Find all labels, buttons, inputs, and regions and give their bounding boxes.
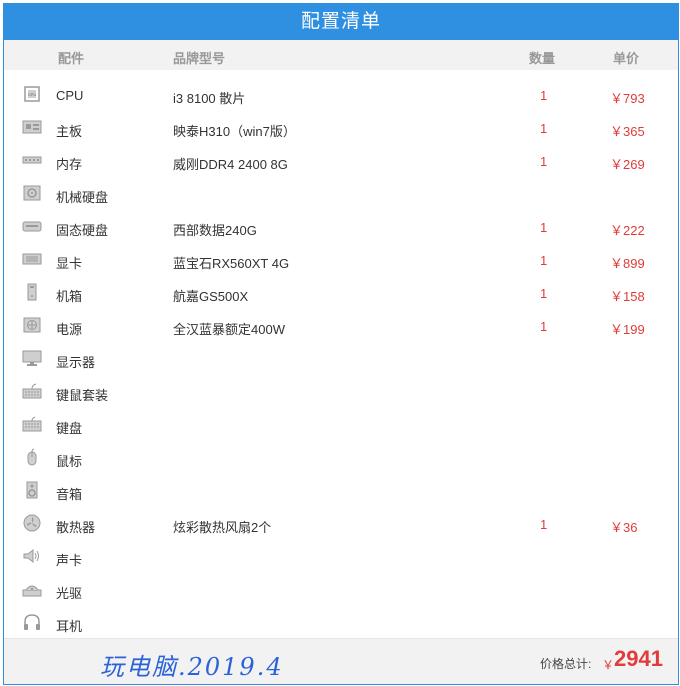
part-name: 内存 [56, 157, 83, 172]
part-brand: 映泰H310（win7版） [173, 124, 296, 139]
part-row: 机械硬盘 [4, 178, 678, 211]
sound-card-icon [22, 547, 42, 565]
part-row: 键盘 [4, 409, 678, 442]
part-row: 固态硬盘 西部数据240G 1 ￥222 [4, 211, 678, 244]
cpu-icon: CPU [22, 85, 42, 103]
part-name: CPU [56, 88, 84, 103]
part-price: ￥199 [610, 322, 645, 337]
part-price: ￥793 [610, 91, 645, 106]
column-header-qty: 数量 [529, 51, 556, 66]
case-icon [22, 283, 42, 301]
speaker-icon [22, 481, 42, 499]
hdd-icon [22, 184, 42, 202]
part-name: 音箱 [56, 487, 83, 502]
page-title: 配置清单 [4, 4, 678, 40]
part-row: 鼠标 [4, 442, 678, 475]
part-name: 键盘 [56, 421, 83, 436]
part-name: 显卡 [56, 256, 83, 271]
part-price: ￥158 [610, 289, 645, 304]
part-row: CPU CPU i3 8100 散片 1 ￥793 [4, 79, 678, 112]
part-name: 机箱 [56, 289, 83, 304]
part-row: 内存 威刚DDR4 2400 8G 1 ￥269 [4, 145, 678, 178]
part-price: ￥269 [610, 157, 645, 172]
part-row: 键鼠套装 [4, 376, 678, 409]
memory-icon [22, 151, 42, 169]
part-qty: 1 [540, 154, 548, 169]
part-qty: 1 [540, 286, 548, 301]
part-name: 固态硬盘 [56, 223, 109, 238]
total-label: 价格总计: [540, 657, 592, 671]
part-name: 耳机 [56, 619, 83, 634]
part-name: 鼠标 [56, 454, 83, 469]
column-header-part: 配件 [58, 51, 85, 66]
part-name: 键鼠套装 [56, 388, 109, 403]
total-currency: ￥ [602, 658, 615, 672]
part-qty: 1 [540, 253, 548, 268]
part-row: 电源 全汉蓝暴额定400W 1 ￥199 [4, 310, 678, 343]
keyboard-icon [22, 415, 42, 433]
part-row: 散热器 炫彩散热风扇2个 1 ￥36 [4, 508, 678, 541]
part-brand: 西部数据240G [173, 223, 257, 238]
part-row: 机箱 航嘉GS500X 1 ￥158 [4, 277, 678, 310]
total-price: 2941 [614, 646, 663, 671]
part-name: 主板 [56, 124, 83, 139]
mouse-icon [22, 448, 42, 466]
column-header-brand: 品牌型号 [173, 51, 226, 66]
part-name: 电源 [56, 322, 83, 337]
cooler-icon [22, 514, 42, 532]
part-name: 光驱 [56, 586, 83, 601]
part-name: 散热器 [56, 520, 96, 535]
part-qty: 1 [540, 88, 548, 103]
part-price: ￥222 [610, 223, 645, 238]
part-qty: 1 [540, 517, 548, 532]
column-header-price: 单价 [613, 51, 640, 66]
part-name: 声卡 [56, 553, 83, 568]
part-brand: 威刚DDR4 2400 8G [173, 157, 288, 172]
svg-text:CPU: CPU [28, 92, 37, 97]
parts-list: CPU CPU i3 8100 散片 1 ￥793 主板 映泰H310（win7… [4, 79, 678, 640]
keyboard-mouse-icon [22, 382, 42, 400]
part-price: ￥365 [610, 124, 645, 139]
part-brand: 蓝宝石RX560XT 4G [173, 256, 290, 271]
part-row: 显示器 [4, 343, 678, 376]
part-qty: 1 [540, 319, 548, 334]
part-row: 显卡 蓝宝石RX560XT 4G 1 ￥899 [4, 244, 678, 277]
motherboard-icon [22, 118, 42, 136]
config-list-panel: 配置清单 配件 品牌型号 数量 单价 CPU CPU i3 8100 散片 1 … [3, 3, 679, 685]
part-price: ￥36 [610, 520, 638, 535]
ssd-icon [22, 217, 42, 235]
part-brand: 炫彩散热风扇2个 [173, 520, 272, 535]
handwritten-signature: 玩电脑.2019.4 [100, 653, 284, 681]
part-row: 声卡 [4, 541, 678, 574]
part-row: 音箱 [4, 475, 678, 508]
headphone-icon [22, 613, 42, 631]
part-name: 机械硬盘 [56, 190, 109, 205]
table-header: 配件 品牌型号 数量 单价 [4, 40, 678, 70]
part-row: 耳机 [4, 607, 678, 640]
part-price: ￥899 [610, 256, 645, 271]
summary-bar: 玩电脑.2019.4 价格总计: ￥ 2941 [4, 638, 678, 684]
gpu-icon [22, 250, 42, 268]
monitor-icon [22, 349, 42, 367]
part-qty: 1 [540, 121, 548, 136]
part-qty: 1 [540, 220, 548, 235]
part-row: 光驱 [4, 574, 678, 607]
part-name: 显示器 [56, 355, 96, 370]
psu-icon [22, 316, 42, 334]
part-row: 主板 映泰H310（win7版） 1 ￥365 [4, 112, 678, 145]
part-brand: 全汉蓝暴额定400W [173, 322, 285, 337]
optical-drive-icon [22, 580, 42, 598]
part-brand: i3 8100 散片 [173, 91, 246, 106]
part-brand: 航嘉GS500X [173, 289, 249, 304]
